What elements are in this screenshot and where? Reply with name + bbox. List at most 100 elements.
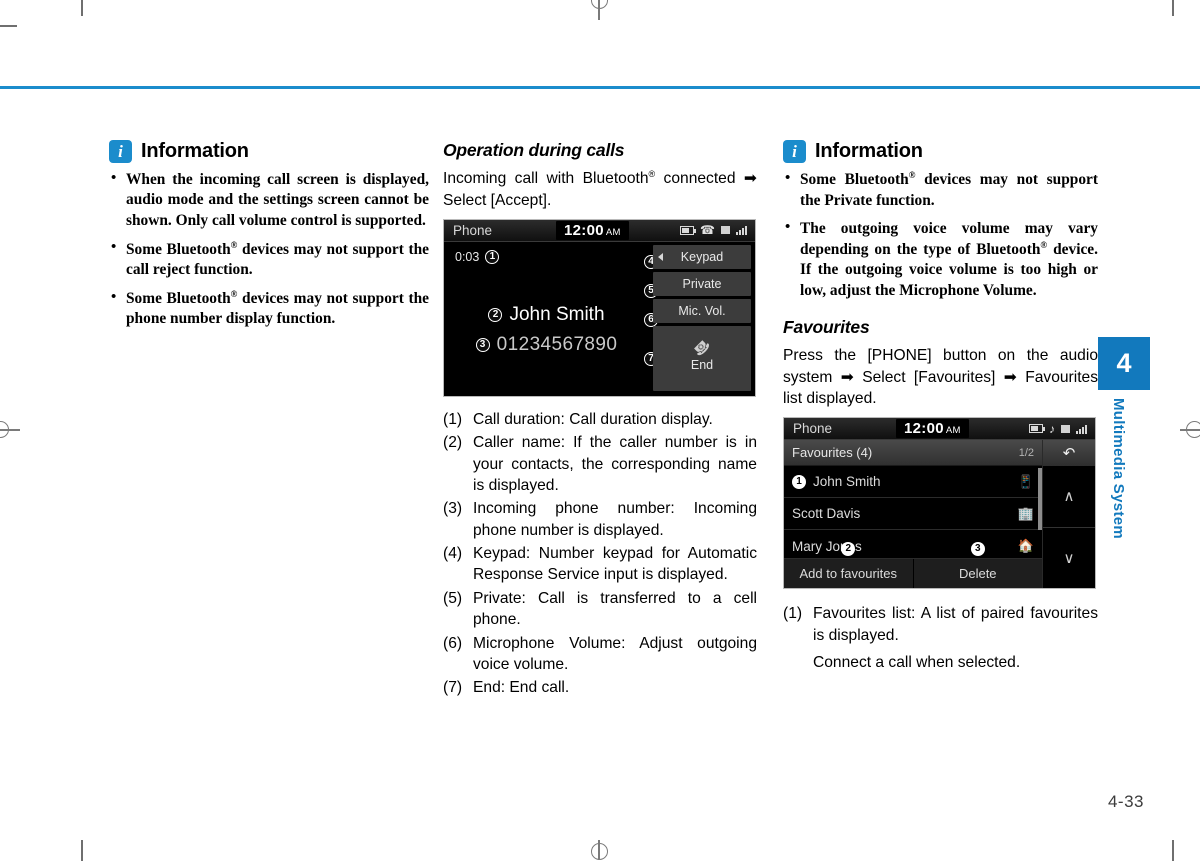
status-clock: 12:00 AM [556, 220, 629, 240]
section-title-operation-during-calls: Operation during calls [443, 140, 625, 160]
clock-time: 12:00 [904, 420, 944, 438]
favourites-list-title: Favourites (4) [792, 445, 873, 461]
chapter-tab-label: Multimedia System [1110, 398, 1127, 539]
home-icon: 🏠 [1017, 538, 1034, 554]
chapter-tab-number: 4 [1098, 337, 1150, 390]
list-item: (6) Microphone Volume: Adjust outgoing vo… [443, 633, 757, 676]
back-arrow-icon: ↶ [1062, 445, 1076, 463]
chevron-up-icon: ∧ [1063, 488, 1075, 506]
registration-mark-bottom-center [591, 843, 608, 860]
favourites-screen-figure: Phone 12:00 AM ♪ Favourites (4) 1/2 1 Joh… [783, 417, 1096, 590]
call-action-button-column: Keypad Private Mic. Vol. ☎ End [653, 242, 755, 396]
section-title-favourites: Favourites [783, 317, 870, 338]
callout-marker-1: 1 [485, 249, 500, 264]
bluetooth-phone-icon: ☎ [700, 223, 715, 238]
list-item: When the incoming call screen is display… [109, 169, 429, 231]
list-item: Some Bluetooth® devices may not support … [783, 169, 1098, 211]
caret-left-icon [658, 252, 663, 261]
mute-note-icon: ♪ [1049, 421, 1055, 436]
middle-column: Operation during calls Incoming call wit… [443, 140, 757, 701]
callout-marker-2: 2 [841, 542, 856, 557]
delete-button[interactable]: 3 Delete [913, 542, 1042, 589]
callout-marker-2: 2 [488, 307, 503, 322]
header-rule [0, 86, 1200, 89]
info-icon: i [783, 140, 806, 163]
information-list-right: Some Bluetooth® devices may not support … [783, 169, 1098, 301]
legend-text: End: End call. [473, 679, 570, 697]
status-icon-group: ☎ [680, 224, 755, 236]
favourites-scroll-column: ↶ ∧ ∨ [1042, 440, 1095, 589]
favourites-screen-body: Favourites (4) 1/2 1 John Smith 📱 Scott … [784, 440, 1095, 589]
bluetooth-icon [721, 226, 730, 235]
legend-text: Private: Call is transferred to a cell p… [473, 589, 757, 629]
callout-marker-1: 1 [792, 474, 806, 489]
scroll-down-button[interactable]: ∨ [1043, 527, 1095, 589]
registration-mark-top-center [591, 0, 608, 9]
chevron-down-icon: ∨ [1063, 549, 1075, 567]
crop-mark-top-right-vertical [1172, 0, 1174, 16]
keypad-button[interactable]: Keypad [653, 244, 751, 269]
list-item: Some Bluetooth® devices may not support … [109, 238, 429, 280]
caller-name-display: 2 John Smith [444, 304, 649, 326]
end-call-button-label: End [690, 357, 714, 372]
battery-icon [680, 225, 697, 235]
office-building-icon: 🏢 [1017, 505, 1034, 521]
information-title: Information [141, 140, 249, 162]
table-row[interactable]: 1 John Smith 📱 [784, 466, 1042, 499]
clock-time: 12:00 [564, 221, 604, 239]
callout-marker-3: 3 [475, 337, 490, 352]
legend-text: Caller name: If the caller number is in … [473, 434, 757, 494]
left-column: i Information When the incoming call scr… [109, 140, 429, 338]
clock-ampm: AM [945, 425, 961, 437]
callout-marker-3: 3 [970, 542, 985, 557]
legend-text: Favourites list: A list of paired favour… [813, 605, 1098, 644]
page-number: 4-33 [1107, 792, 1144, 811]
hang-up-icon: ☎ [690, 336, 714, 360]
legend-number: (6) [443, 634, 463, 652]
mobile-phone-icon: 📱 [1017, 473, 1034, 489]
fav-status-bar: Phone 12:00 AM ♪ [784, 418, 1095, 441]
favourites-legend-list: (1) Favourites list: A list of paired fav… [783, 603, 1098, 646]
end-call-button[interactable]: ☎ End [653, 325, 751, 391]
list-item: (1) Favourites list: A list of paired fav… [783, 603, 1098, 646]
list-item: The outgoing voice volume may vary depen… [783, 218, 1098, 301]
crop-mark-top-left-vertical [81, 0, 83, 16]
list-item: (7) End: End call. [443, 677, 757, 698]
mic-volume-button[interactable]: Mic. Vol. [653, 298, 751, 323]
operation-intro-text: Incoming call with Bluetooth® connected … [443, 169, 757, 209]
registration-mark-left-line [0, 429, 20, 431]
mic-volume-button-label: Mic. Vol. [678, 303, 726, 318]
status-icon-group: ♪ [1029, 423, 1095, 435]
table-row[interactable]: Scott Davis 🏢 [784, 498, 1042, 531]
information-list-left: When the incoming call screen is display… [109, 169, 429, 330]
status-clock: 12:00 AM [896, 419, 969, 439]
bluetooth-icon [1061, 424, 1070, 433]
signal-icon [736, 225, 747, 236]
incoming-call-screen-figure: Phone 12:00 AM ☎ 0:03 1 2 John Smith 3 0… [443, 218, 756, 397]
legend-text: Incoming phone number: Incoming phone nu… [473, 500, 757, 539]
clock-ampm: AM [605, 226, 621, 238]
keypad-button-label: Keypad [680, 249, 724, 264]
add-to-favourites-button[interactable]: 2 Add to favourites [784, 542, 914, 589]
list-item: (5) Private: Call is transferred to a cel… [443, 588, 757, 631]
list-item: (2) Caller name: If the caller number is … [443, 432, 757, 496]
call-screen-body: 0:03 1 2 John Smith 3 01234567890 4 5 6 … [444, 241, 755, 396]
registration-mark-top-center-line [598, 0, 600, 20]
registration-mark-right-line [1180, 429, 1200, 431]
legend-text: Call duration: Call duration display. [473, 410, 713, 428]
private-button[interactable]: Private [653, 271, 751, 296]
legend-text: Microphone Volume: Adjust outgoing voice… [473, 634, 757, 673]
scroll-up-button[interactable]: ∧ [1043, 466, 1095, 528]
legend-number: (1) [783, 605, 803, 623]
back-button[interactable]: ↶ [1043, 440, 1095, 467]
delete-label: Delete [958, 566, 997, 582]
right-column: i Information Some Bluetooth® devices ma… [783, 140, 1098, 673]
caller-name-value: John Smith [509, 303, 605, 325]
legend-number: (5) [443, 589, 463, 607]
information-heading-right: i Information [783, 140, 1098, 163]
favourites-intro-text: Press the [PHONE] button on the audio sy… [783, 347, 1098, 407]
info-icon: i [109, 140, 132, 163]
call-duration-display: 0:03 1 [455, 249, 500, 264]
crop-mark-bottom-right-vertical [1172, 840, 1174, 861]
list-item: (3) Incoming phone number: Incoming phone… [443, 498, 757, 541]
